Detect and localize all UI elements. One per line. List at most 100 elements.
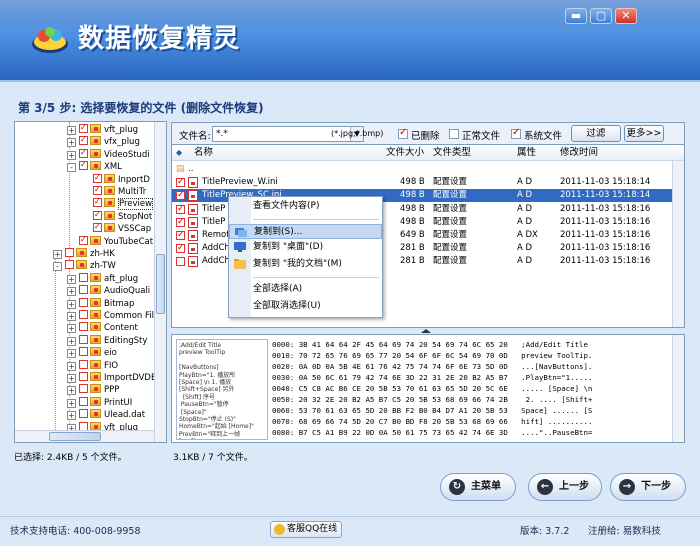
expand-icon[interactable]: + [67, 336, 76, 346]
menu-copy-documents[interactable]: 复制到 "我的文档"(M) [229, 257, 382, 272]
tree-checkbox[interactable]: ✓ [79, 148, 88, 158]
tree-checkbox[interactable] [79, 347, 88, 357]
menu-view-contents[interactable]: 查看文件内容(P) [229, 199, 382, 214]
expand-icon[interactable]: + [67, 287, 76, 297]
tree-node[interactable]: ✓ YouTubeCat [67, 235, 153, 248]
tree-node[interactable]: + PrintUI [67, 396, 132, 409]
expand-icon[interactable]: + [67, 324, 76, 334]
tree-checkbox[interactable] [79, 334, 88, 344]
expand-icon[interactable]: + [67, 299, 76, 309]
filter-button[interactable]: 过滤 [571, 125, 621, 142]
tree-node[interactable]: + Ulead.dat [67, 409, 145, 421]
tree-checkbox[interactable] [79, 297, 88, 307]
tree-checkbox[interactable]: ✓ [79, 235, 88, 245]
sort-arrow-icon[interactable]: ◆ [176, 145, 182, 161]
tree-node[interactable]: + ImportDVDE [67, 372, 156, 384]
tree-checkbox[interactable] [79, 359, 88, 369]
tree-node[interactable]: - ✓ XML [67, 160, 122, 173]
tree-node[interactable]: + FIO [67, 359, 118, 372]
tree-checkbox[interactable]: ✓ [93, 222, 102, 233]
tree-horizontal-scrollbar[interactable] [15, 430, 155, 442]
tree-node[interactable]: + eio [67, 347, 117, 359]
expand-icon[interactable]: + [53, 250, 62, 259]
row-checkbox[interactable] [176, 189, 185, 202]
expand-icon[interactable]: + [67, 349, 76, 359]
folder-tree[interactable]: + ✓ vft_plug + ✓ vfx_plug + ✓ VideoStudi - ✓ XML ✓ In… [14, 121, 167, 443]
tree-node[interactable]: + ✓ vft_plug [67, 123, 138, 136]
menu-deselect-all[interactable]: 全部取消选择(U) [229, 299, 382, 314]
expand-icon[interactable]: + [67, 126, 76, 135]
column-size[interactable]: 文件大小 [386, 145, 424, 161]
main-menu-button[interactable]: ↻ 主菜单 [440, 473, 516, 501]
tree-checkbox[interactable] [79, 372, 88, 381]
tree-checkbox[interactable] [79, 272, 88, 282]
tree-checkbox[interactable] [65, 248, 74, 257]
column-attr[interactable]: 属性 [517, 145, 536, 161]
tree-node[interactable]: + Content [67, 322, 138, 334]
tree-node[interactable]: ✓ StopNot [81, 210, 152, 223]
tree-node[interactable]: ✓ Preview [81, 197, 154, 211]
tree-checkbox[interactable]: ✓ [93, 185, 102, 195]
tree-checkbox[interactable] [79, 310, 88, 319]
next-step-button[interactable]: → 下一步 [610, 473, 686, 501]
column-mtime[interactable]: 修改时间 [560, 145, 598, 161]
column-type[interactable]: 文件类型 [433, 145, 471, 161]
tree-vertical-scrollbar[interactable] [154, 122, 166, 442]
row-checkbox[interactable] [176, 242, 185, 255]
tree-checkbox[interactable]: ✓ [79, 135, 88, 146]
expand-icon[interactable]: + [67, 138, 76, 148]
tree-node[interactable]: + ✓ VideoStudi [67, 148, 150, 161]
normal-files-checkbox[interactable] [449, 129, 459, 139]
close-button[interactable]: ✕ [615, 8, 637, 24]
menu-copy-to[interactable]: 复制到(S)... [229, 224, 382, 239]
scroll-thumb[interactable] [156, 254, 165, 314]
maximize-button[interactable]: ▢ [590, 8, 612, 24]
row-checkbox[interactable] [176, 229, 185, 242]
prev-step-button[interactable]: ← 上一步 [528, 473, 602, 501]
qq-support-button[interactable]: 客服QQ在线 [270, 521, 342, 538]
tree-node[interactable]: - zh-TW [53, 260, 116, 272]
file-row[interactable]: ▤.. [172, 163, 684, 176]
minimize-button[interactable]: ▬ [565, 8, 587, 24]
row-checkbox[interactable] [176, 203, 185, 216]
tree-node[interactable]: + PPP [67, 384, 119, 396]
tree-checkbox[interactable]: ✓ [93, 173, 102, 183]
tree-checkbox[interactable]: ✓ [79, 123, 88, 133]
more-button[interactable]: 更多>> [624, 125, 664, 142]
scroll-thumb[interactable] [49, 432, 101, 441]
expand-icon[interactable]: + [67, 411, 76, 421]
tree-checkbox[interactable] [79, 285, 88, 295]
tree-checkbox[interactable]: ✓ [79, 160, 88, 171]
expand-icon[interactable]: + [67, 312, 76, 321]
tree-checkbox[interactable] [79, 384, 88, 394]
tree-checkbox[interactable] [65, 260, 74, 270]
splitter-grip-icon[interactable] [421, 329, 431, 333]
row-checkbox[interactable] [176, 257, 185, 267]
tree-node[interactable]: ✓ VSSCap [81, 222, 151, 235]
expand-icon[interactable]: + [67, 374, 76, 383]
expand-icon[interactable]: + [67, 386, 76, 396]
tree-node[interactable]: + Common Fil [67, 310, 154, 322]
expand-icon[interactable]: + [67, 274, 76, 284]
menu-copy-desktop[interactable]: 复制到 "桌面"(D) [229, 240, 382, 255]
row-checkbox[interactable] [176, 216, 185, 229]
collapse-icon[interactable]: - [53, 262, 62, 272]
preview-vertical-scrollbar[interactable] [672, 335, 684, 442]
column-name[interactable]: 名称 [194, 145, 213, 161]
tree-node[interactable]: + aft_plug [67, 272, 138, 285]
expand-icon[interactable]: + [67, 150, 76, 160]
tree-node[interactable]: + Bitmap [67, 297, 134, 310]
tree-node[interactable]: + EditingSty [67, 334, 147, 347]
collapse-icon[interactable]: - [67, 163, 76, 173]
tree-checkbox[interactable] [79, 396, 88, 406]
file-row[interactable]: TitlePreview_W.ini 498 B 配置设置 A D 2011-11-03… [172, 176, 684, 189]
expand-icon[interactable]: + [67, 398, 76, 408]
tree-checkbox[interactable]: ✓ [93, 197, 102, 208]
list-vertical-scrollbar[interactable] [672, 161, 684, 327]
tree-checkbox[interactable] [79, 409, 88, 419]
menu-select-all[interactable]: 全部选择(A) [229, 282, 382, 297]
deleted-checkbox[interactable] [398, 127, 408, 139]
tree-checkbox[interactable]: ✓ [93, 210, 102, 220]
tree-checkbox[interactable] [79, 322, 88, 332]
row-checkbox[interactable] [176, 176, 185, 189]
